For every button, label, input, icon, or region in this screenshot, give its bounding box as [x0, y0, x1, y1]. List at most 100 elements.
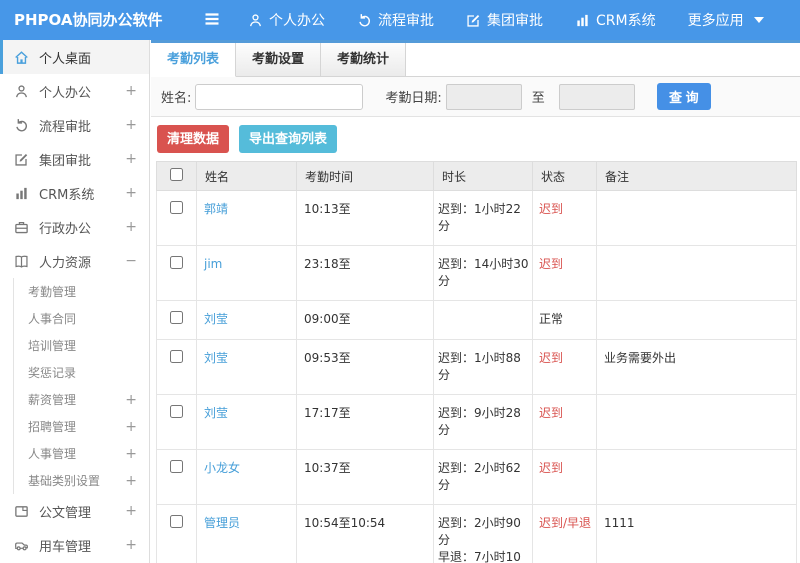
row-checkbox[interactable]	[170, 405, 183, 418]
menu-toggle-button[interactable]	[203, 0, 221, 40]
table-row: 刘莹 17:17至 迟到：9小时28分 迟到	[156, 394, 797, 450]
table-row: 刘莹 09:00至 正常	[156, 300, 797, 340]
cell-note	[596, 300, 797, 340]
person-icon	[14, 84, 31, 99]
table-header-row: 姓名 考勤时间 时长 状态 备注	[156, 161, 797, 191]
sidebar-item-base-category-settings[interactable]: 基础类别设置 +	[0, 467, 149, 494]
sidebar-item-label: 考勤管理	[28, 285, 77, 299]
expand-plus-icon: +	[125, 503, 137, 519]
nav-item-personal-office[interactable]: 个人办公	[248, 10, 325, 30]
employee-name-link[interactable]: jim	[204, 257, 222, 271]
cell-time: 09:00至	[296, 300, 434, 340]
flow-icon	[14, 118, 31, 133]
sidebar-item-human-resources[interactable]: 人力资源 −	[0, 244, 149, 278]
nav-item-crm-system[interactable]: CRM系统	[575, 10, 656, 30]
name-filter-input[interactable]	[195, 83, 364, 110]
column-header: 时长	[433, 161, 533, 191]
action-bar: 清理数据 导出查询列表	[151, 117, 800, 161]
book-icon	[14, 254, 31, 269]
row-checkbox[interactable]	[170, 460, 183, 473]
person-icon	[248, 13, 263, 28]
app-logo: PHPOA协同办公软件	[14, 11, 163, 29]
expand-plus-icon: +	[125, 151, 137, 167]
cell-time: 09:53至	[296, 339, 434, 395]
column-header: 考勤时间	[296, 161, 434, 191]
tab-attendance-settings[interactable]: 考勤设置	[236, 43, 322, 76]
sidebar-item-training-management[interactable]: 培训管理	[0, 332, 149, 359]
sidebar-item-workflow-approval[interactable]: 流程审批 +	[0, 108, 149, 142]
briefcase-icon	[14, 220, 31, 235]
select-all-checkbox[interactable]	[170, 168, 183, 181]
cell-duration: 迟到：2小时90分早退：7小时10分	[433, 504, 533, 563]
sidebar-item-vehicle-management[interactable]: 用车管理 +	[0, 528, 149, 562]
sidebar-item-label: 用车管理	[39, 539, 92, 555]
cell-duration	[433, 300, 533, 340]
home-icon	[14, 50, 31, 65]
cell-duration: 迟到：1小时22分	[433, 190, 533, 246]
sidebar-item-label: 人事合同	[28, 312, 77, 326]
hamburger-icon	[203, 10, 221, 31]
cell-note	[596, 245, 797, 301]
cell-note: 业务需要外出	[596, 339, 797, 395]
date-filter-label: 考勤日期:	[385, 91, 442, 106]
row-checkbox[interactable]	[170, 515, 183, 528]
expand-plus-icon: +	[125, 472, 137, 489]
sidebar-item-personal-office[interactable]: 个人办公 +	[0, 74, 149, 108]
sidebar-item-reward-punishment[interactable]: 奖惩记录	[0, 359, 149, 386]
employee-name-link[interactable]: 刘莹	[204, 312, 228, 326]
cell-duration: 迟到：1小时88分	[433, 339, 533, 395]
chart-icon	[14, 186, 31, 201]
date-to-input[interactable]	[558, 83, 635, 110]
sidebar-item-crm-system[interactable]: CRM系统 +	[0, 176, 149, 210]
row-checkbox[interactable]	[170, 201, 183, 214]
cell-name: 刘莹	[196, 339, 297, 395]
sidebar-item-attendance-management[interactable]: 考勤管理	[0, 278, 149, 305]
collapse-minus-icon: −	[125, 253, 137, 269]
sidebar-item-document-management[interactable]: 公文管理 +	[0, 494, 149, 528]
date-from-input[interactable]	[445, 83, 522, 110]
sidebar-item-personnel-management[interactable]: 人事管理 +	[0, 440, 149, 467]
employee-name-link[interactable]: 刘莹	[204, 351, 228, 365]
clean-data-button[interactable]: 清理数据	[157, 125, 230, 153]
expand-plus-icon: +	[125, 537, 137, 553]
row-checkbox[interactable]	[170, 311, 183, 324]
nav-item-more-apps[interactable]: 更多应用	[688, 10, 764, 30]
table-row: 郭靖 10:13至 迟到：1小时22分 迟到	[156, 190, 797, 246]
nav-item-label: 流程审批	[378, 13, 434, 29]
table-row: 管理员 10:54至10:54迟到：2小时90分早退：7小时10分迟到/早退111…	[156, 504, 797, 563]
search-button[interactable]: 查 询	[656, 83, 711, 110]
row-checkbox[interactable]	[170, 350, 183, 363]
table-row: 刘莹 09:53至 迟到：1小时88分 迟到 业务需要外出	[156, 339, 797, 395]
nav-item-group-approval[interactable]: 集团审批	[466, 10, 543, 30]
sidebar-item-admin-office[interactable]: 行政办公 +	[0, 210, 149, 244]
employee-name-link[interactable]: 小龙女	[204, 461, 240, 475]
expand-plus-icon: +	[125, 83, 137, 99]
tab-attendance-stats[interactable]: 考勤统计	[321, 43, 407, 76]
edit-icon	[14, 152, 31, 167]
sidebar-item-recruitment-management[interactable]: 招聘管理 +	[0, 413, 149, 440]
column-header: 状态	[532, 161, 597, 191]
employee-name-link[interactable]: 管理员	[204, 516, 240, 530]
tab-attendance-list[interactable]: 考勤列表	[151, 43, 237, 77]
column-header: 姓名	[196, 161, 297, 191]
export-list-button[interactable]: 导出查询列表	[239, 125, 338, 153]
sidebar-item-salary-management[interactable]: 薪资管理 +	[0, 386, 149, 413]
cell-status: 迟到	[532, 245, 597, 301]
nav-item-workflow-approval[interactable]: 流程审批	[357, 10, 434, 30]
employee-name-link[interactable]: 刘莹	[204, 406, 228, 420]
cell-note	[596, 190, 797, 246]
tab-label: 考勤列表	[167, 52, 220, 67]
sidebar-item-label: 集团审批	[39, 153, 92, 169]
attendance-table-head: 姓名 考勤时间 时长 状态 备注	[156, 161, 797, 191]
sidebar-item-label: 行政办公	[39, 221, 92, 237]
sidebar-item-label: 流程审批	[39, 119, 92, 135]
sidebar-item-personnel-contract[interactable]: 人事合同	[0, 305, 149, 332]
expand-plus-icon: +	[125, 185, 137, 201]
sidebar-item-personal-desktop[interactable]: 个人桌面	[0, 40, 149, 74]
sidebar: 个人桌面 个人办公 + 流程审批 + 集团审批 + CRM系统 + 行政办公 + 人力资源 − 考勤管理人…	[0, 40, 150, 563]
expand-plus-icon: +	[125, 391, 137, 408]
table-row: jim 23:18至 迟到：14小时30分 迟到	[156, 245, 797, 301]
sidebar-item-group-approval[interactable]: 集团审批 +	[0, 142, 149, 176]
row-checkbox[interactable]	[170, 256, 183, 269]
employee-name-link[interactable]: 郭靖	[204, 202, 228, 216]
